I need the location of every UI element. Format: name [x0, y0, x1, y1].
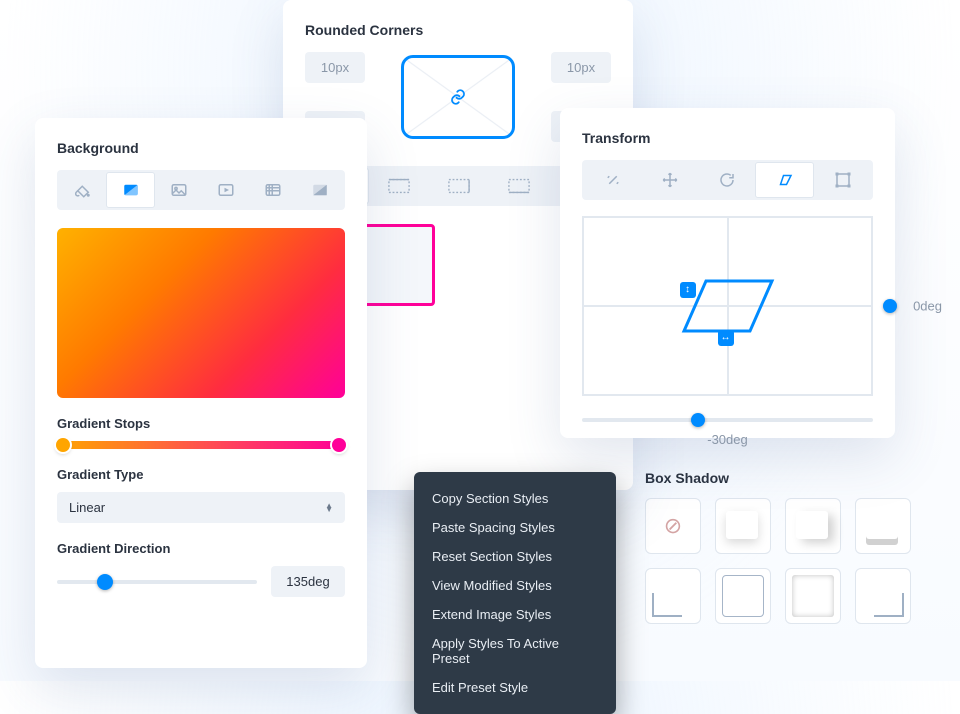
move-icon [661, 171, 679, 189]
tx-tab-origin[interactable] [814, 162, 871, 198]
transform-tabs [582, 160, 873, 200]
gradient-stops-label: Gradient Stops [57, 416, 345, 431]
bg-tab-pattern[interactable] [249, 172, 296, 208]
skew-y-knob[interactable] [883, 299, 897, 313]
image-icon [170, 181, 188, 199]
corner-preview [401, 55, 515, 139]
gradient-direction-value[interactable]: 135deg [271, 566, 345, 597]
bg-tab-gradient[interactable] [106, 172, 155, 208]
corner-tr-input[interactable]: 10px [551, 52, 611, 83]
tx-tab-skew[interactable] [755, 162, 814, 198]
rounded-corners-title: Rounded Corners [305, 22, 611, 38]
gradient-stop-end[interactable] [332, 438, 346, 452]
styles-context-menu: Copy Section Styles Paste Spacing Styles… [414, 472, 616, 714]
bg-tab-image[interactable] [155, 172, 202, 208]
skew-icon [776, 171, 794, 189]
border-top[interactable] [369, 168, 429, 204]
border-top-icon [388, 178, 410, 194]
gradient-icon [122, 181, 140, 199]
box-shadow-group: Box Shadow ⊘ [645, 470, 935, 624]
shadow-preset-outline[interactable] [715, 568, 771, 624]
rotate-icon [718, 171, 736, 189]
border-right[interactable] [429, 168, 489, 204]
gradient-type-value: Linear [69, 500, 105, 515]
pattern-icon [264, 181, 282, 199]
border-bottom-icon [508, 178, 530, 194]
shadow-none[interactable]: ⊘ [645, 498, 701, 554]
border-right-icon [448, 178, 470, 194]
skew-x-handle[interactable]: ↔ [718, 330, 734, 346]
shadow-preset-hard[interactable] [855, 498, 911, 554]
tx-tab-translate[interactable] [641, 162, 698, 198]
skew-canvas[interactable]: ↕ ↔ 0deg [582, 216, 873, 396]
skew-x-slider[interactable] [582, 418, 873, 422]
menu-paste-spacing-styles[interactable]: Paste Spacing Styles [414, 513, 616, 542]
tx-tab-rotate[interactable] [698, 162, 755, 198]
gradient-direction-slider[interactable] [57, 580, 257, 584]
tx-tab-scale[interactable] [584, 162, 641, 198]
bg-tab-color[interactable] [59, 172, 106, 208]
shadow-preset-corner-bl[interactable] [645, 568, 701, 624]
background-panel: Background Gradient Stops Gradient Type … [35, 118, 367, 668]
scale-icon [604, 171, 622, 189]
bg-tab-video[interactable] [202, 172, 249, 208]
corner-tl-input[interactable]: 10px [305, 52, 365, 83]
border-bottom[interactable] [489, 168, 549, 204]
menu-apply-to-active-preset[interactable]: Apply Styles To Active Preset [414, 629, 616, 673]
link-icon[interactable] [449, 88, 467, 106]
menu-view-modified-styles[interactable]: View Modified Styles [414, 571, 616, 600]
shadow-preset-soft[interactable] [715, 498, 771, 554]
gradient-type-label: Gradient Type [57, 467, 345, 482]
skew-x-value: -30deg [582, 432, 873, 447]
skew-y-handle[interactable]: ↕ [680, 282, 696, 298]
shadow-preset-right[interactable] [785, 498, 841, 554]
gradient-stops-track[interactable] [57, 441, 345, 449]
transform-title: Transform [582, 130, 873, 146]
gradient-direction-label: Gradient Direction [57, 541, 345, 556]
mask-icon [311, 181, 329, 199]
transform-panel: Transform ↕ ↔ 0deg -30deg [560, 108, 895, 438]
background-type-tabs [57, 170, 345, 210]
gradient-stop-start[interactable] [56, 438, 70, 452]
shadow-preset-inset[interactable] [785, 568, 841, 624]
menu-copy-section-styles[interactable]: Copy Section Styles [414, 484, 616, 513]
menu-edit-preset-style[interactable]: Edit Preset Style [414, 673, 616, 702]
shadow-preset-corner-br[interactable] [855, 568, 911, 624]
gradient-swatch[interactable] [57, 228, 345, 398]
bg-tab-mask[interactable] [296, 172, 343, 208]
background-title: Background [57, 140, 345, 156]
skew-y-value: 0deg [913, 299, 942, 314]
video-icon [217, 181, 235, 199]
origin-icon [834, 171, 852, 189]
chevron-updown-icon: ▲▼ [325, 504, 333, 512]
box-shadow-title: Box Shadow [645, 470, 935, 486]
gradient-type-select[interactable]: Linear ▲▼ [57, 492, 345, 523]
paint-bucket-icon [74, 181, 92, 199]
none-icon: ⊘ [664, 513, 682, 539]
direction-knob[interactable] [97, 574, 113, 590]
skew-x-knob[interactable] [691, 413, 705, 427]
menu-reset-section-styles[interactable]: Reset Section Styles [414, 542, 616, 571]
menu-extend-image-styles[interactable]: Extend Image Styles [414, 600, 616, 629]
